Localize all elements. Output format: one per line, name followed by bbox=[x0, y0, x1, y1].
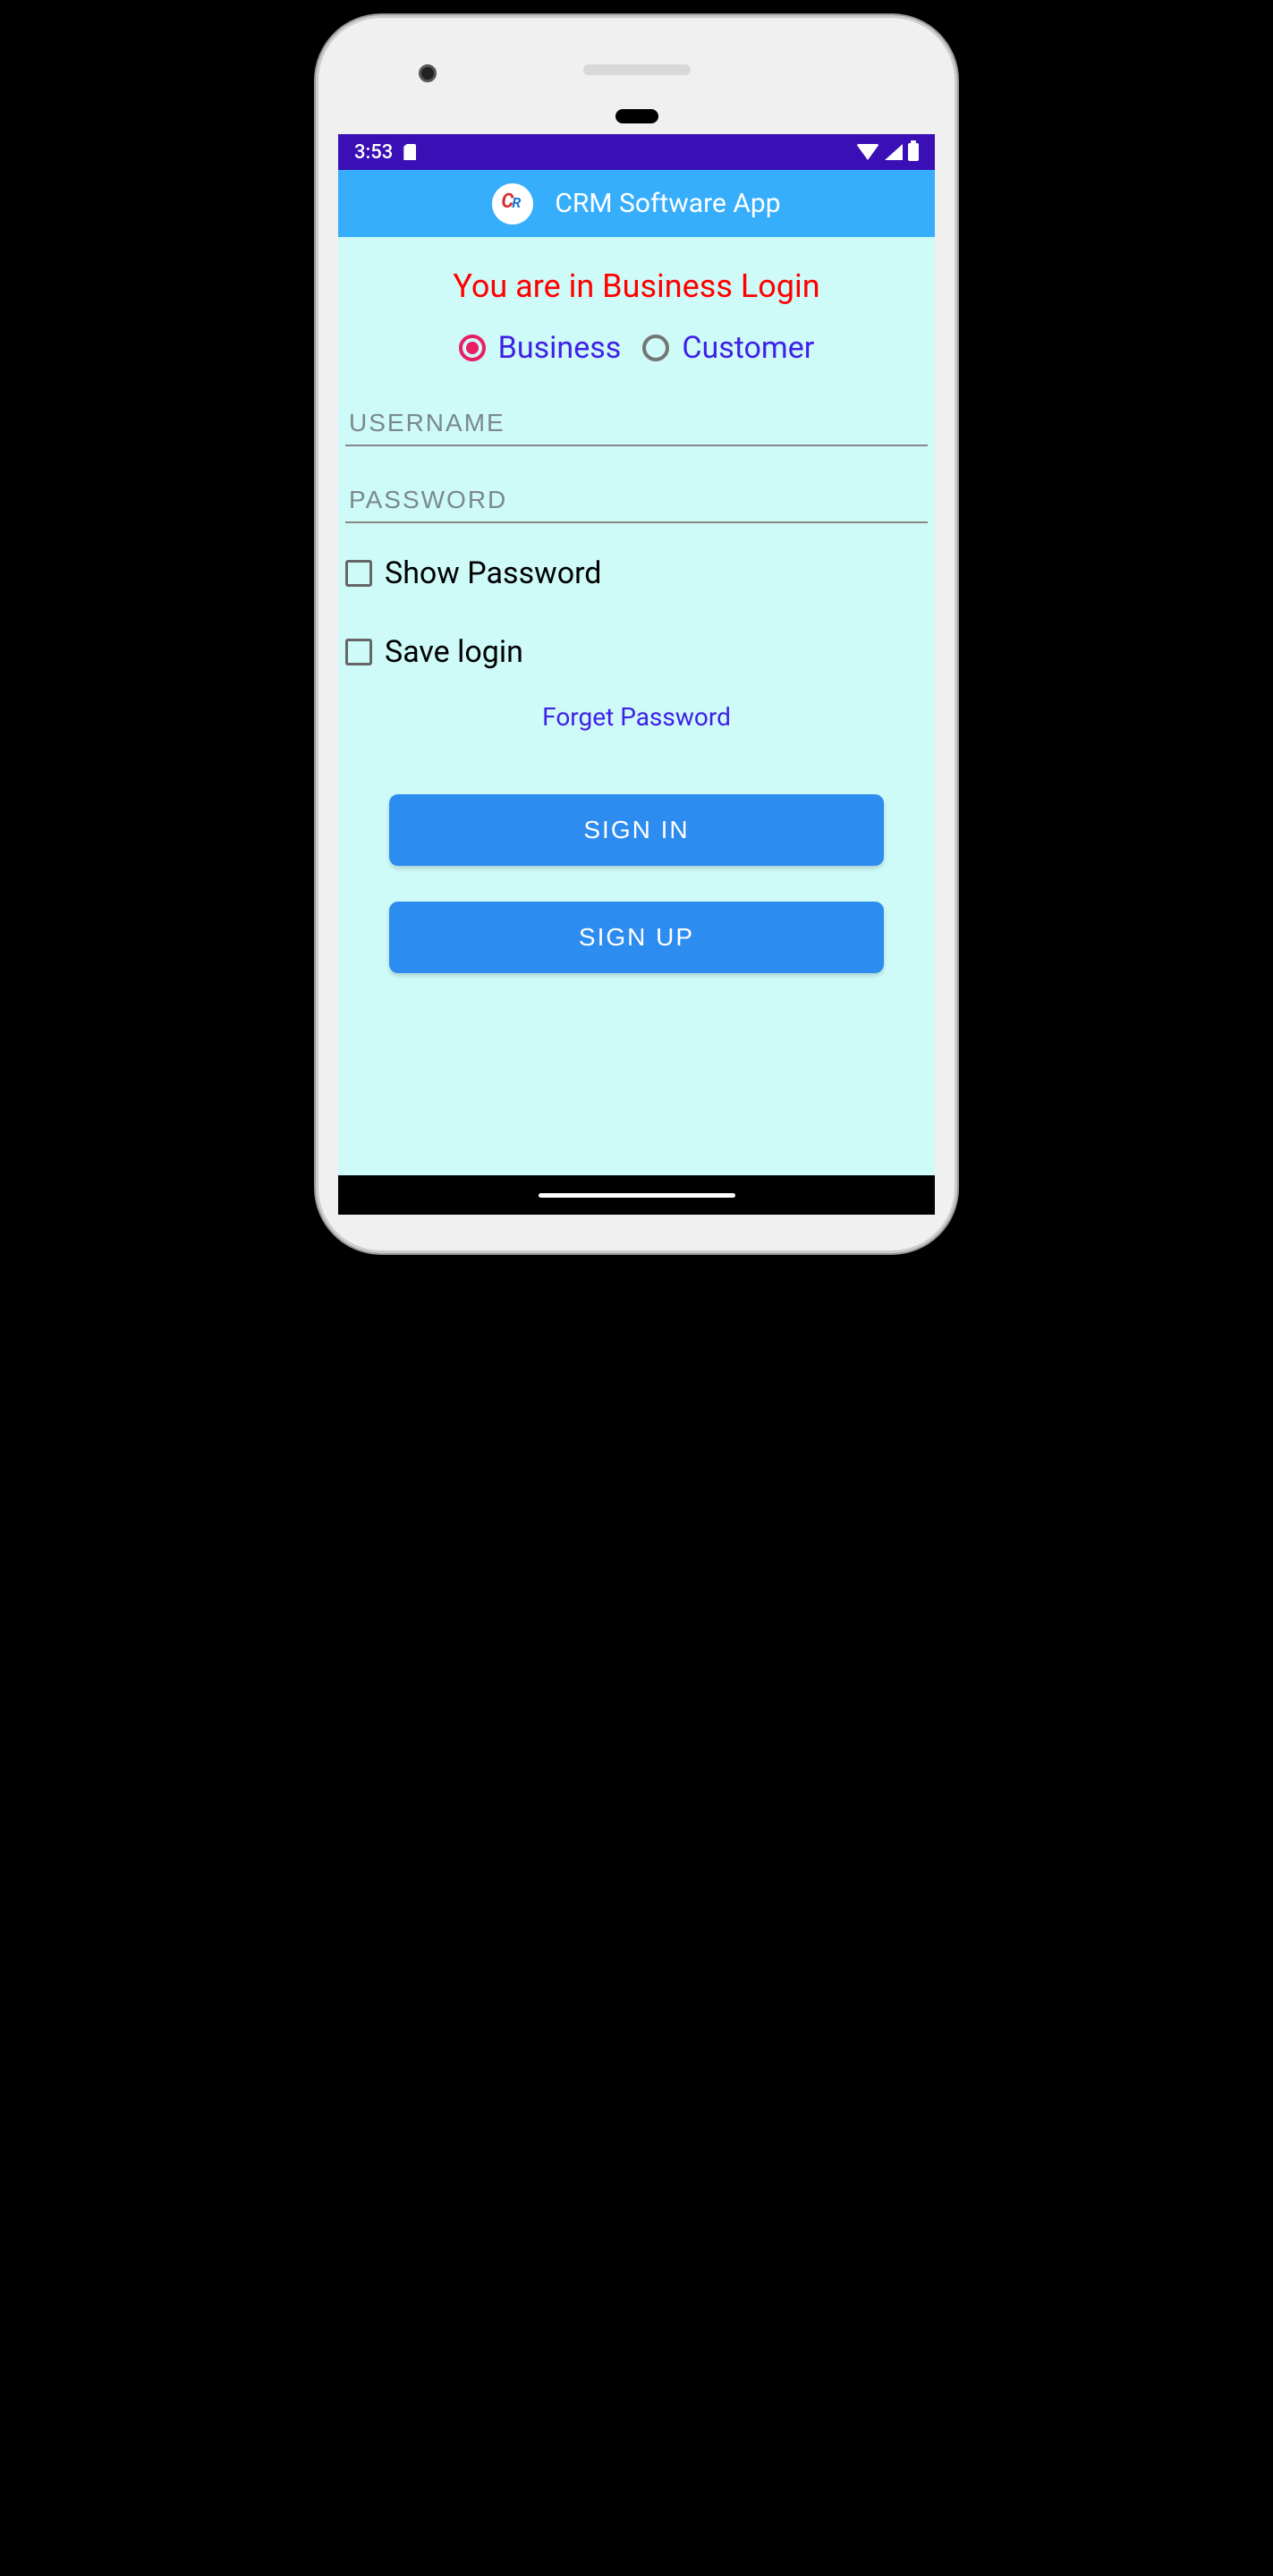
signal-icon bbox=[885, 144, 903, 160]
sensor-pill bbox=[615, 109, 658, 123]
signup-button[interactable]: SIGN UP bbox=[389, 902, 884, 973]
signin-button[interactable]: SIGN IN bbox=[389, 794, 884, 866]
camera-dot bbox=[419, 64, 437, 82]
screen: 3:53 C R CRM Software App You are in Bus… bbox=[338, 134, 935, 1215]
status-right bbox=[856, 143, 919, 161]
wifi-icon bbox=[856, 144, 879, 160]
forget-password-link[interactable]: Forget Password bbox=[345, 702, 928, 732]
login-type-radio-group: Business Customer bbox=[338, 330, 935, 402]
show-password-label: Show Password bbox=[385, 555, 601, 591]
save-login-checkbox[interactable] bbox=[345, 639, 372, 665]
sdcard-icon bbox=[403, 144, 416, 160]
app-bar: C R CRM Software App bbox=[338, 170, 935, 237]
show-password-checkbox[interactable] bbox=[345, 560, 372, 587]
radio-customer-label[interactable]: Customer bbox=[682, 330, 814, 366]
device-top bbox=[338, 36, 935, 134]
form-content: Show Password Save login Forget Password… bbox=[338, 402, 935, 973]
username-field-wrap bbox=[345, 402, 928, 446]
password-field-wrap bbox=[345, 479, 928, 523]
device-frame: 3:53 C R CRM Software App You are in Bus… bbox=[318, 18, 955, 1250]
status-bar: 3:53 bbox=[338, 134, 935, 170]
navigation-bar bbox=[338, 1175, 935, 1215]
radio-customer[interactable] bbox=[642, 335, 669, 361]
app-logo-icon: C R bbox=[492, 183, 533, 225]
radio-business[interactable] bbox=[459, 335, 486, 361]
nav-handle[interactable] bbox=[539, 1193, 735, 1198]
save-login-row: Save login bbox=[345, 634, 928, 670]
app-title: CRM Software App bbox=[555, 188, 780, 219]
battery-icon bbox=[908, 143, 919, 161]
status-time: 3:53 bbox=[354, 141, 393, 164]
status-left: 3:53 bbox=[354, 141, 416, 164]
login-mode-heading: You are in Business Login bbox=[338, 237, 935, 330]
username-input[interactable] bbox=[345, 402, 928, 446]
save-login-label: Save login bbox=[385, 634, 523, 670]
password-input[interactable] bbox=[345, 479, 928, 523]
radio-business-label[interactable]: Business bbox=[498, 330, 622, 366]
speaker-grill bbox=[583, 64, 691, 75]
show-password-row: Show Password bbox=[345, 555, 928, 591]
